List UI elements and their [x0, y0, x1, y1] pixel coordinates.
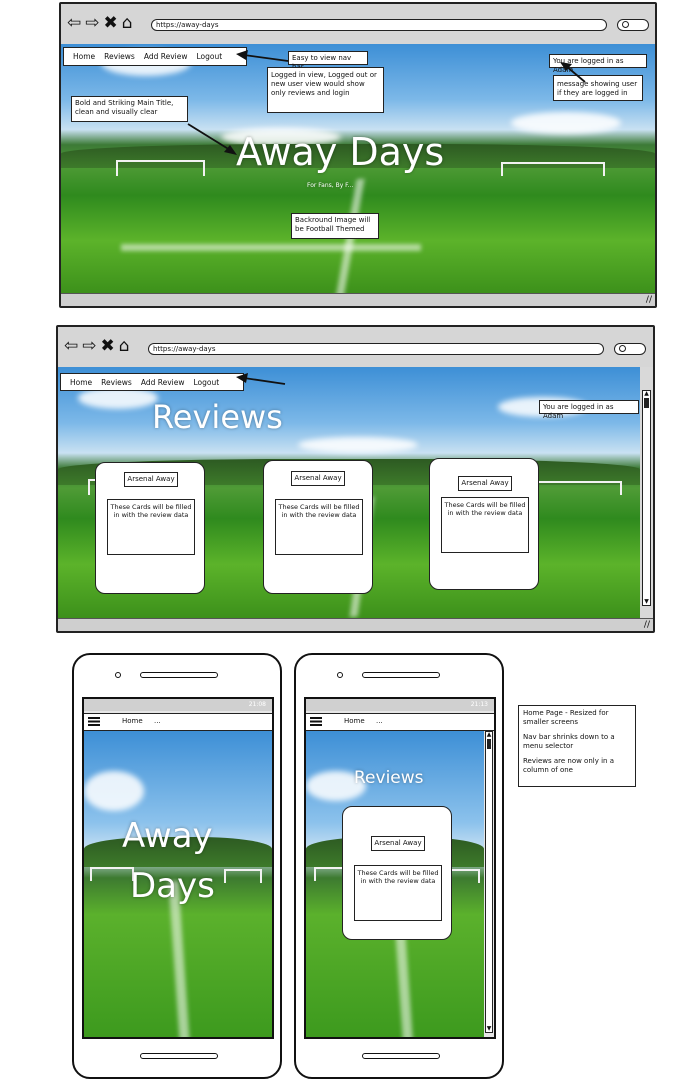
goal-post	[501, 162, 605, 176]
cloud	[84, 771, 144, 811]
hero-title: Away Days	[236, 130, 445, 174]
mobile-nav-bar: Home ...	[84, 713, 272, 731]
reviews-title: Reviews	[152, 398, 283, 436]
phone-status-bar: 21:08	[84, 699, 272, 711]
mobile-nav-bar: Home ...	[306, 713, 494, 731]
card-title: Arsenal Away	[291, 471, 345, 486]
mobile-nav-more[interactable]: ...	[154, 714, 161, 729]
annotation-nav-bar: Easy to view nav bar	[288, 51, 368, 71]
top-nav-bar: Home Reviews Add Review Logout	[63, 47, 247, 66]
goal-post	[224, 869, 262, 883]
nav-logout[interactable]: Logout	[194, 378, 220, 387]
nav-logout[interactable]: Logout	[197, 52, 223, 61]
phone-clock: 21:13	[470, 701, 488, 708]
scroll-down-icon[interactable]: ▼	[486, 1026, 492, 1032]
search-icon[interactable]	[617, 19, 649, 31]
arrow-right-icon[interactable]: ⇨	[85, 13, 103, 33]
address-bar[interactable]: https://away-days	[148, 343, 604, 355]
mobile-nav-home[interactable]: Home	[344, 714, 365, 729]
nav-add-review[interactable]: Add Review	[144, 52, 188, 61]
address-bar[interactable]: https://away-days	[151, 19, 607, 31]
mobile-nav-more[interactable]: ...	[376, 714, 383, 729]
scroll-thumb[interactable]	[487, 739, 491, 749]
card-body: These Cards will be filled in with the r…	[354, 865, 442, 921]
browser-nav-icons: ⇦⇨✖⌂	[67, 13, 137, 33]
mobile-nav-home[interactable]: Home	[122, 714, 143, 729]
cloud	[298, 437, 418, 453]
mobile-reviews-title: Reviews	[354, 768, 424, 788]
phone-status-bar: 21:13	[306, 699, 494, 711]
pitch-line	[121, 244, 421, 251]
nav-reviews[interactable]: Reviews	[104, 52, 135, 61]
cloud	[511, 112, 621, 134]
card-title: Arsenal Away	[458, 476, 512, 491]
mobile-hero-title-line2: Days	[130, 866, 215, 906]
hamburger-menu-icon[interactable]	[88, 717, 100, 726]
annotation-nav-logged-in: Logged in view, Logged out or new user v…	[267, 67, 384, 113]
annotation-mobile-2: Nav bar shrinks down to a menu selector	[523, 733, 615, 750]
review-card[interactable]: Arsenal Away These Cards will be filled …	[263, 460, 373, 594]
card-body: These Cards will be filled in with the r…	[275, 499, 363, 555]
camera-icon	[337, 672, 343, 678]
close-icon[interactable]: ✖	[101, 336, 119, 356]
nav-home[interactable]: Home	[73, 52, 95, 61]
vertical-scrollbar[interactable]: ▲ ▼	[485, 731, 493, 1033]
home-button[interactable]	[140, 1053, 218, 1059]
nav-add-review[interactable]: Add Review	[141, 378, 185, 387]
card-body: These Cards will be filled in with the r…	[441, 497, 529, 553]
annotation-mobile-1: Home Page - Resized for smaller screens	[523, 709, 609, 726]
speaker-grille	[362, 672, 440, 678]
close-icon[interactable]: ✖	[104, 13, 122, 33]
goal-post	[90, 867, 134, 881]
speaker-grille	[140, 672, 218, 678]
arrow-left-icon[interactable]: ⇦	[67, 13, 85, 33]
home-icon[interactable]: ⌂	[122, 13, 137, 33]
status-bar: //	[58, 618, 653, 631]
browser-toolbar: ⇦⇨✖⌂ https://away-days	[58, 327, 653, 367]
nav-home[interactable]: Home	[70, 378, 92, 387]
search-icon[interactable]	[614, 343, 646, 355]
phone-clock: 21:08	[248, 701, 266, 708]
top-nav-bar: Home Reviews Add Review Logout	[60, 373, 244, 391]
logged-in-message: You are logged in as Adam	[549, 54, 647, 74]
hamburger-menu-icon[interactable]	[310, 717, 322, 726]
review-card[interactable]: Arsenal Away These Cards will be filled …	[342, 806, 452, 940]
card-title: Arsenal Away	[371, 836, 425, 851]
card-body: These Cards will be filled in with the r…	[107, 499, 195, 555]
annotation-user-message: message showing user if they are logged …	[553, 75, 643, 101]
scroll-up-icon[interactable]: ▲	[486, 732, 492, 738]
scroll-down-icon[interactable]: ▼	[643, 599, 650, 605]
resize-grip-icon[interactable]: //	[644, 620, 650, 630]
home-icon[interactable]: ⌂	[119, 336, 134, 356]
status-bar: //	[61, 293, 655, 306]
annotation-mobile: Home Page - Resized for smaller screens …	[518, 705, 636, 787]
scroll-thumb[interactable]	[644, 398, 649, 408]
hero-subtitle: For Fans, By F...	[307, 182, 354, 189]
camera-icon	[115, 672, 121, 678]
browser-toolbar: ⇦⇨✖⌂ https://away-days	[61, 4, 655, 44]
browser-nav-icons: ⇦⇨✖⌂	[64, 336, 134, 356]
review-card[interactable]: Arsenal Away These Cards will be filled …	[95, 462, 205, 594]
mobile-hero-title-line1: Away	[122, 816, 213, 856]
logged-in-message: You are logged in as Adam	[539, 400, 639, 420]
annotation-main-title: Bold and Striking Main Title, clean and …	[71, 96, 188, 122]
review-card[interactable]: Arsenal Away These Cards will be filled …	[429, 458, 539, 590]
vertical-scrollbar[interactable]: ▲ ▼	[642, 390, 651, 606]
nav-reviews[interactable]: Reviews	[101, 378, 132, 387]
scroll-up-icon[interactable]: ▲	[643, 391, 650, 397]
home-button[interactable]	[362, 1053, 440, 1059]
arrow-left-icon[interactable]: ⇦	[64, 336, 82, 356]
arrow-right-icon[interactable]: ⇨	[82, 336, 100, 356]
annotation-mobile-3: Reviews are now only in a column of one	[523, 757, 614, 774]
card-title: Arsenal Away	[124, 472, 178, 487]
goal-post	[116, 160, 205, 176]
resize-grip-icon[interactable]: //	[646, 295, 652, 305]
goal-post	[528, 481, 622, 495]
annotation-background: Backround Image will be Football Themed	[291, 213, 379, 239]
